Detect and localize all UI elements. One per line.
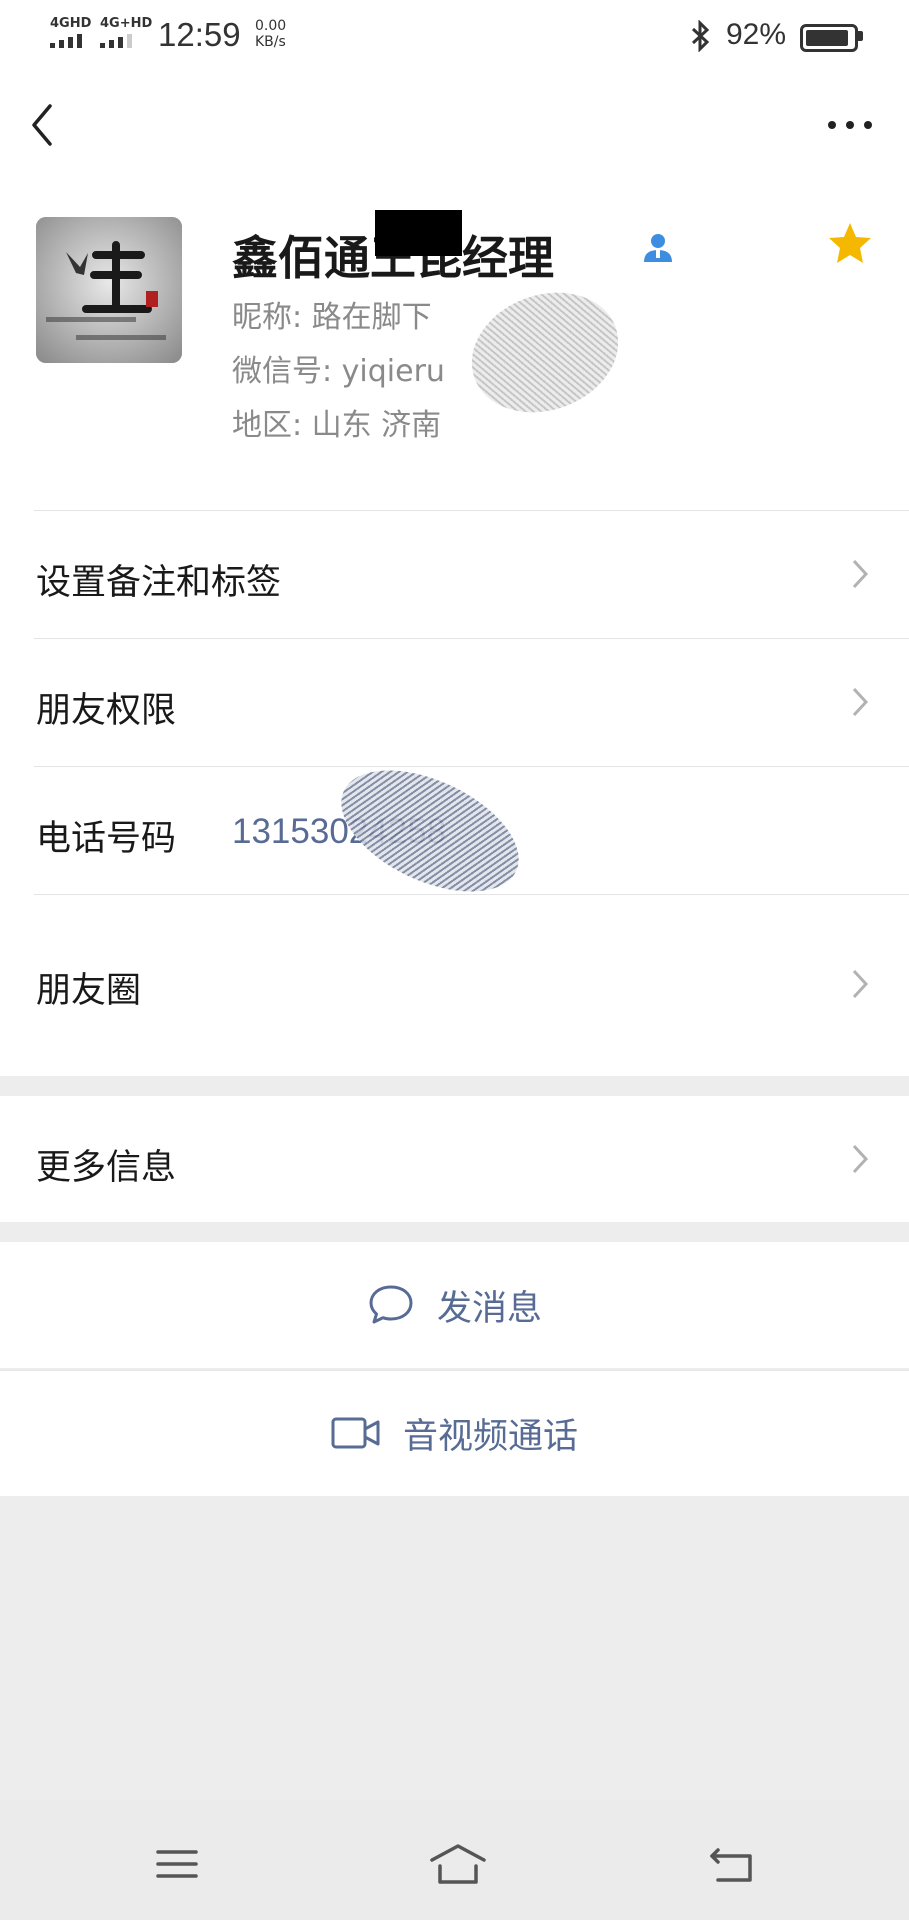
row-label: 设置备注和标签 (36, 563, 282, 603)
chevron-right-icon (852, 559, 869, 589)
row-remark-tags[interactable]: 设置备注和标签 (0, 510, 909, 638)
row-label: 朋友权限 (36, 691, 177, 731)
send-message-button[interactable]: 发消息 (0, 1242, 909, 1368)
video-call-label: 音视频通话 (402, 1416, 578, 1457)
signal-bars-icon (100, 34, 132, 48)
divider (34, 766, 909, 767)
divider (34, 894, 909, 895)
redaction-mask (375, 210, 462, 256)
region: 地区: 山东 济南 (232, 408, 442, 443)
chevron-right-icon (852, 1144, 869, 1174)
signal-indicator-1: 4GHD (50, 16, 92, 31)
more-button[interactable] (820, 100, 880, 150)
divider (34, 510, 909, 511)
row-moments[interactable]: 朋友圈 (0, 894, 909, 1076)
wechat-id: 微信号: yiqieru (232, 354, 445, 389)
battery-fill (806, 30, 848, 46)
system-nav-bar (0, 1800, 909, 1920)
back-arrow-icon[interactable] (706, 1842, 756, 1886)
avatar[interactable] (36, 217, 182, 363)
chevron-right-icon (852, 687, 869, 717)
row-more-info[interactable]: 更多信息 (0, 1096, 909, 1222)
network-speed-unit: KB/s (255, 34, 286, 50)
row-phone-number: 电话号码 13153024258 (0, 745, 909, 917)
divider (34, 638, 909, 639)
avatar-image (36, 217, 182, 363)
bluetooth-icon (691, 20, 710, 52)
redaction-scribble (454, 272, 636, 433)
row-label: 朋友圈 (36, 971, 142, 1011)
star-icon[interactable] (826, 220, 874, 268)
profile-header: 鑫佰通王昆经理 昵称: 路在脚下 微信号: yiqieru 地区: 山东 济南 (0, 180, 909, 510)
signal-bars-icon (50, 34, 82, 48)
back-button[interactable] (26, 100, 66, 150)
video-camera-icon (331, 1417, 380, 1449)
network-speed-value: 0.00 (255, 18, 287, 34)
home-icon[interactable] (428, 1842, 488, 1886)
status-time: 12:59 (158, 16, 241, 53)
status-bar: 4GHD 4G+HD 12:59 0.00 KB/s 92% (0, 0, 909, 70)
send-message-label: 发消息 (436, 1288, 542, 1329)
nickname: 昵称: 路在脚下 (232, 300, 432, 335)
row-friend-permissions[interactable]: 朋友权限 (0, 638, 909, 766)
menu-icon[interactable] (152, 1842, 202, 1886)
contact-person-icon (644, 234, 672, 262)
battery-percent: 92% (726, 18, 787, 51)
network-speed: 0.00 KB/s (255, 18, 286, 50)
top-nav (0, 70, 909, 180)
row-label: 更多信息 (36, 1148, 177, 1188)
signal-indicator-2: 4G+HD (100, 16, 153, 31)
battery-cap (858, 31, 863, 41)
row-label: 电话号码 (36, 819, 177, 859)
redaction-scribble (322, 745, 538, 917)
battery-icon (800, 24, 858, 52)
video-call-button[interactable]: 音视频通话 (0, 1370, 909, 1496)
chevron-right-icon (852, 969, 869, 999)
chat-bubble-icon (369, 1285, 413, 1324)
